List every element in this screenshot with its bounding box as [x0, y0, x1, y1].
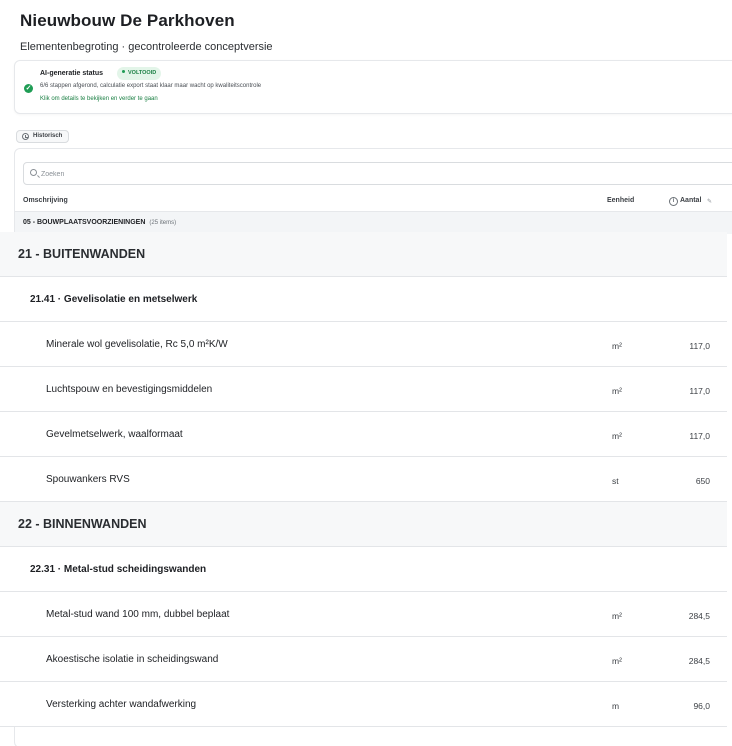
subsection-row[interactable]: 21.41 · Gevelisolatie en metselwerk	[0, 277, 727, 322]
table-row[interactable]: Akoestische isolatie in scheidingswand m…	[0, 637, 727, 682]
item-description: Akoestische isolatie in scheidingswand	[46, 654, 219, 665]
status-details-link[interactable]: Klik om details te bekijken en verder te…	[40, 96, 158, 102]
item-quantity: 284,5	[688, 611, 710, 621]
item-description: Luchtspouw en bevestigingsmiddelen	[46, 384, 213, 395]
status-badge: VOLTOOID	[117, 67, 162, 80]
table-row[interactable]: Gevelmetselwerk, waalformaat m² 117,0	[0, 412, 727, 457]
item-description: Spouwankers RVS	[46, 474, 130, 485]
item-quantity: 650	[695, 476, 710, 486]
table-row[interactable]: Minerale wol gevelisolatie, Rc 5,0 m²K/W…	[0, 322, 727, 367]
group-label: 05 - BOUWPLAATSVOORZIENINGEN (25 items)	[23, 219, 176, 226]
search-box[interactable]	[23, 162, 732, 185]
item-quantity: 117,0	[689, 386, 710, 396]
item-unit: m²	[612, 386, 622, 396]
section-label: 21 - BUITENWANDEN	[18, 247, 146, 261]
group-count: (25 items)	[149, 220, 177, 226]
page-subtitle: Elementenbegroting · gecontroleerde conc…	[20, 41, 273, 53]
group-row[interactable]: 05 - BOUWPLAATSVOORZIENINGEN (25 items)	[15, 212, 732, 234]
item-unit: m²	[612, 611, 622, 621]
item-unit: m²	[612, 431, 622, 441]
subsection-label: 22.31 · Metal-stud scheidingswanden	[30, 564, 207, 575]
table-row[interactable]: Versterking achter wandafwerking m 96,0	[0, 682, 727, 727]
search-input[interactable]	[41, 167, 541, 181]
ai-status-card: ✓ AI-generatie status VOLTOOID 6/6 stapp…	[14, 60, 732, 114]
item-unit: m²	[612, 341, 622, 351]
column-header-omschrijving[interactable]: Omschrijving	[23, 197, 68, 204]
table-row[interactable]: Spouwankers RVS st 650	[0, 457, 727, 502]
column-header-aantal[interactable]: Aantal	[680, 197, 701, 204]
item-quantity: 96,0	[693, 701, 710, 711]
item-unit: m²	[612, 656, 622, 666]
item-description: Metal-stud wand 100 mm, dubbel beplaat	[46, 609, 230, 620]
page-title: Nieuwbouw De Parkhoven	[20, 11, 235, 30]
check-circle-icon: ✓	[24, 84, 33, 93]
status-badge-label: VOLTOOID	[128, 70, 157, 76]
column-header-eenheid[interactable]: Eenheid	[607, 197, 634, 204]
item-quantity: 117,0	[689, 341, 710, 351]
subsection-row[interactable]: 22.31 · Metal-stud scheidingswanden	[0, 547, 727, 592]
section-row[interactable]: 21 - BUITENWANDEN	[0, 232, 727, 277]
search-icon	[30, 169, 37, 176]
item-description: Versterking achter wandafwerking	[46, 699, 197, 710]
status-detail: 6/6 stappen afgerond, calculatie export …	[40, 83, 262, 89]
status-dot-icon	[122, 70, 125, 74]
history-button-label: Historisch	[33, 133, 63, 139]
table-row[interactable]: Luchtspouw en bevestigingsmiddelen m² 11…	[0, 367, 727, 412]
group-label-text: 05 - BOUWPLAATSVOORZIENINGEN	[23, 219, 146, 226]
subsection-label: 21.41 · Gevelisolatie en metselwerk	[30, 294, 198, 305]
budget-rows: 21 - BUITENWANDEN 21.41 · Gevelisolatie …	[0, 232, 732, 727]
item-description: Minerale wol gevelisolatie, Rc 5,0 m²K/W	[46, 339, 228, 350]
info-icon[interactable]: i	[669, 197, 678, 206]
section-label: 22 - BINNENWANDEN	[18, 517, 147, 531]
item-description: Gevelmetselwerk, waalformaat	[46, 429, 183, 440]
item-quantity: 117,0	[689, 431, 710, 441]
item-quantity: 284,5	[688, 656, 710, 666]
clock-icon	[22, 133, 29, 140]
section-row[interactable]: 22 - BINNENWANDEN	[0, 502, 727, 547]
status-title: AI-generatie status	[40, 70, 104, 77]
table-row[interactable]: Metal-stud wand 100 mm, dubbel beplaat m…	[0, 592, 727, 637]
history-button[interactable]: Historisch	[16, 130, 70, 143]
sort-icon[interactable]: ✎	[707, 198, 712, 205]
item-unit: st	[612, 476, 619, 486]
item-unit: m	[612, 701, 620, 711]
